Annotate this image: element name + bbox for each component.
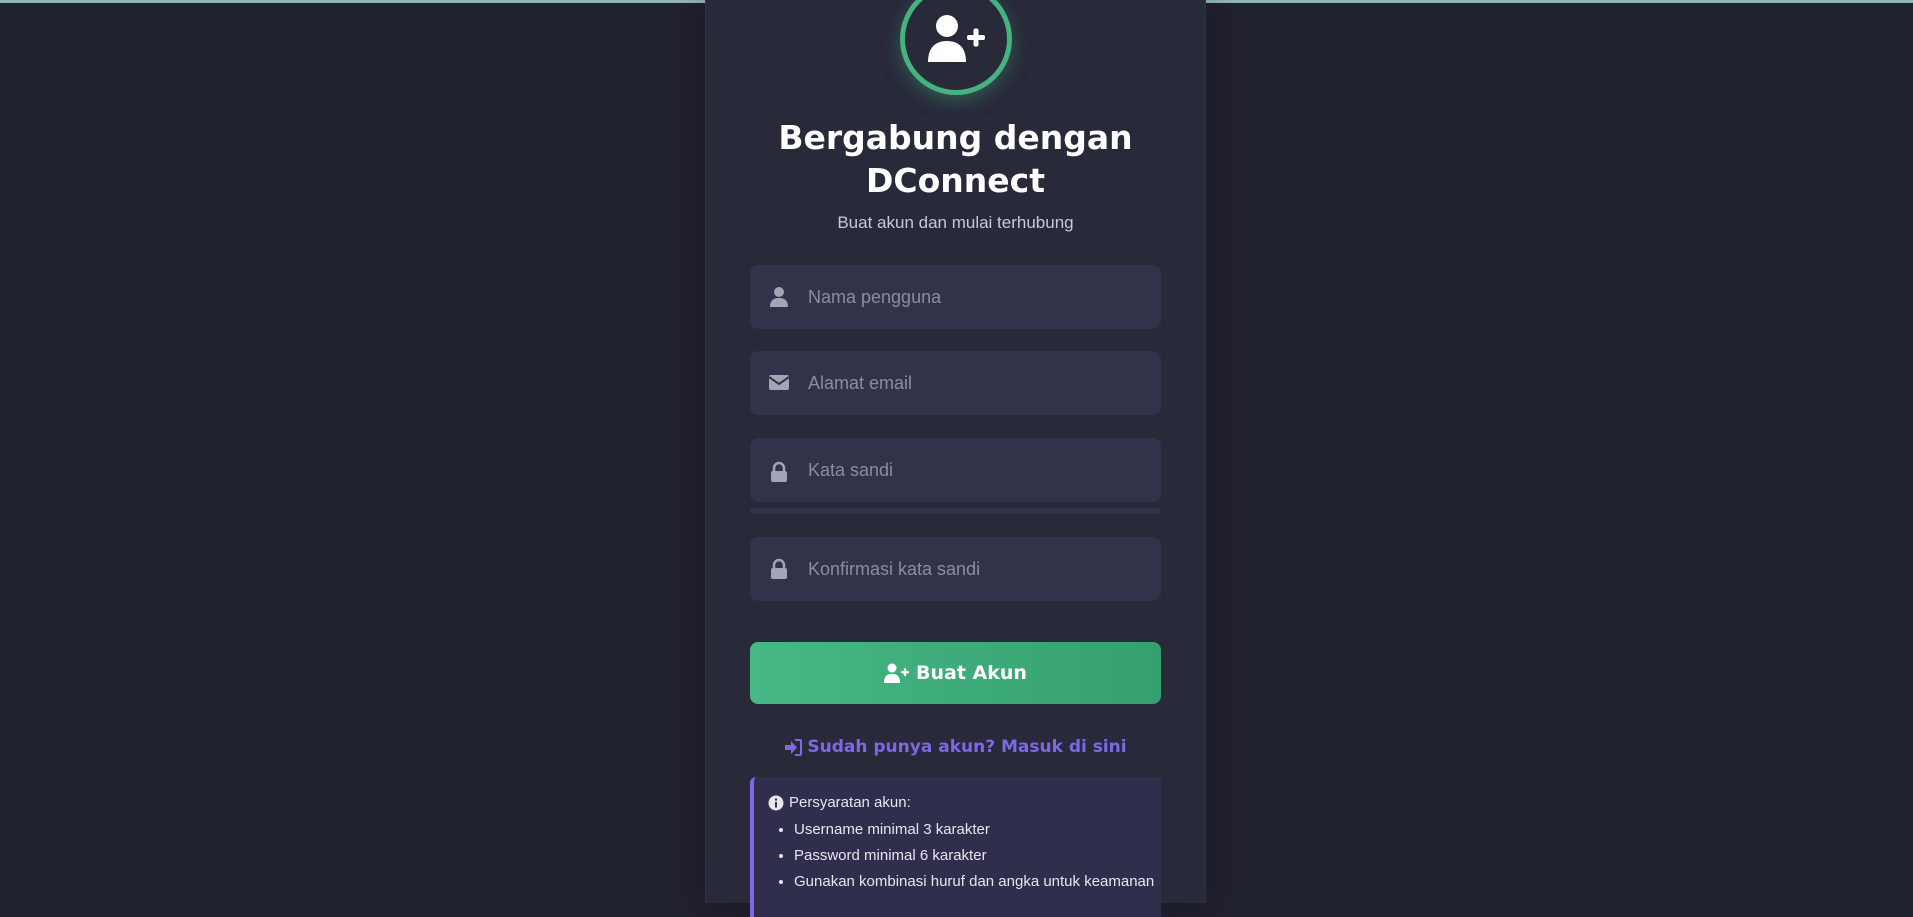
password-field[interactable]: [750, 438, 1161, 502]
login-link[interactable]: Sudah punya akun? Masuk di sini: [706, 737, 1205, 757]
create-account-button[interactable]: Buat Akun: [750, 642, 1161, 704]
username-field[interactable]: [750, 265, 1161, 329]
requirements-title: Persyaratan akun:: [789, 794, 911, 811]
email-field[interactable]: [750, 351, 1161, 415]
page-title: Bergabung dengan DConnect: [778, 118, 1133, 200]
requirements-box: Persyaratan akun: Username minimal 3 kar…: [750, 777, 1161, 917]
register-card: Bergabung dengan DConnect Buat akun dan …: [705, 0, 1206, 917]
user-icon: [770, 287, 788, 307]
requirement-item: Username minimal 3 karakter: [794, 817, 1161, 843]
sign-in-icon: [785, 738, 803, 756]
username-input[interactable]: [808, 265, 1148, 329]
info-circle-icon: [768, 795, 784, 810]
user-plus-icon: [928, 15, 985, 62]
requirements-header: Persyaratan akun:: [768, 794, 1161, 811]
requirement-item: Gunakan kombinasi huruf dan angka untuk …: [794, 869, 1161, 895]
email-input[interactable]: [808, 351, 1148, 415]
requirement-item: Password minimal 6 karakter: [794, 843, 1161, 869]
lock-icon: [771, 461, 787, 482]
password-strength-bar: [750, 508, 1161, 514]
page-subtitle: Buat akun dan mulai terhubung: [837, 213, 1074, 232]
requirements-list: Username minimal 3 karakter Password min…: [768, 817, 1161, 895]
user-plus-icon: [884, 663, 910, 683]
password-input[interactable]: [808, 438, 1148, 502]
lock-icon: [771, 558, 787, 579]
confirm-password-input[interactable]: [808, 537, 1148, 601]
login-link-label: Sudah punya akun? Masuk di sini: [807, 737, 1127, 757]
envelope-icon: [768, 375, 790, 390]
confirm-password-field[interactable]: [750, 537, 1161, 601]
create-account-label: Buat Akun: [916, 662, 1027, 684]
avatar-badge: [900, 0, 1012, 95]
